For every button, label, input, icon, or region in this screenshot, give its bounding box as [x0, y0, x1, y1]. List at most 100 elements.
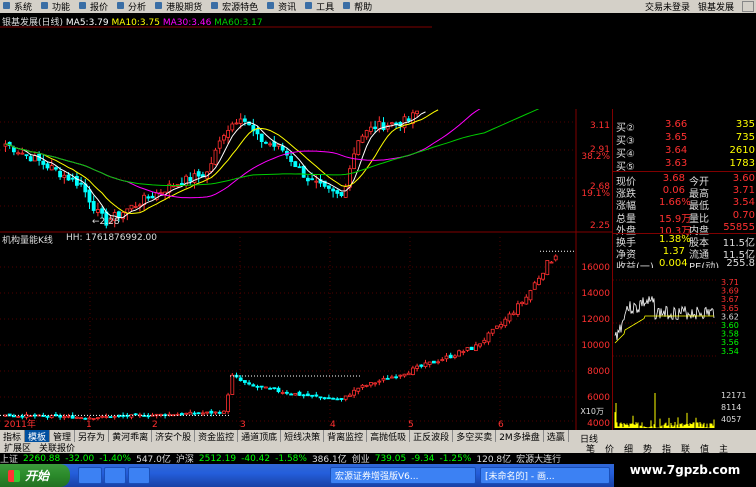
right-header-blank [432, 13, 756, 109]
candle-body [70, 177, 75, 180]
candle-body [280, 145, 285, 151]
indicator-tab-6[interactable]: 资金监控 [195, 429, 239, 443]
menu-item-0[interactable]: 系统 [0, 0, 38, 13]
volume-candle-body [297, 391, 302, 396]
volume-candle-body [318, 396, 323, 399]
x-axis-label: 6 [498, 420, 504, 430]
lower-panel-title: 机构量能K线 [2, 236, 53, 246]
indicator-tab-4[interactable]: 黄河乖离 [109, 429, 153, 443]
volume-candle-body [112, 415, 117, 418]
candle-body [62, 174, 67, 178]
volume-candle-body [133, 413, 138, 416]
indicator-tab-13[interactable]: 2M多操盘 [496, 429, 544, 443]
price-axis-label: 19.1% [581, 189, 610, 199]
volume-candle-body [213, 411, 218, 414]
lower-panel-hh: HH: 1761876992.00 [66, 233, 158, 243]
volume-candle-body [541, 272, 545, 280]
volume-candle-body [347, 394, 352, 397]
candle-body [226, 130, 231, 138]
volume-candle-body [436, 361, 441, 364]
bid-volume: 735 [735, 132, 755, 143]
x-axis-label: 3 [240, 420, 246, 430]
indicator-tab-5[interactable]: 济安个股 [152, 429, 196, 443]
login-status[interactable]: 交易未登录 [645, 0, 690, 13]
volume-candle-body [364, 384, 369, 387]
stat-value: 1.37 [662, 246, 685, 258]
menu-item-6[interactable]: 资讯 [264, 0, 302, 13]
quicklaunch-icon[interactable] [78, 467, 102, 484]
index-field: -1.25% [439, 453, 472, 464]
candle-body [368, 126, 373, 132]
stock-name: 银基发展 [697, 3, 734, 13]
taskbar-item-paint[interactable]: [未命名的] - 画... [480, 467, 610, 484]
volume-candle-body [335, 398, 340, 401]
volume-candle-body [259, 385, 264, 388]
quicklaunch-icon-3[interactable] [128, 467, 150, 484]
bid-row: 买⑤ 3.63 1783 [613, 158, 756, 173]
menu-item-1[interactable]: 功能 [38, 0, 76, 13]
volume-candle-body [427, 361, 432, 365]
candle-body [276, 144, 281, 147]
bid-volume: 1783 [729, 158, 755, 169]
candle-body [415, 110, 420, 115]
top-status-bar: 交易未登录 银基发展 [430, 0, 756, 13]
menu-item-2[interactable]: 报价 [76, 0, 114, 13]
candle-body [259, 133, 264, 143]
volume-candle-body [221, 410, 226, 414]
indicator-tab-8[interactable]: 短线决策 [281, 429, 325, 443]
volume-candle-body [16, 415, 21, 418]
candle-body [171, 185, 176, 188]
volume-candle-body [520, 301, 524, 305]
indicator-tab-12[interactable]: 多空买卖 [453, 429, 497, 443]
index-field: 2512.19 [198, 453, 237, 464]
start-button[interactable]: 开始 [0, 464, 70, 487]
volume-candle-body [490, 328, 495, 334]
volume-candle-body [192, 412, 197, 415]
candle-body [213, 149, 218, 165]
volume-candle-body [457, 350, 462, 357]
intraday-chart[interactable]: 3.713.693.673.653.623.603.583.563.541217… [612, 268, 756, 430]
candle-body [20, 152, 25, 155]
menu-item-5[interactable]: 宏源特色 [208, 0, 264, 13]
bid-volume: 2610 [729, 145, 755, 156]
stat-value-2: 3.60 [732, 173, 755, 184]
volume-candle-body [343, 395, 348, 400]
menu-item-7[interactable]: 工具 [302, 0, 340, 13]
candle-body [188, 177, 193, 182]
volume-candle-body [104, 416, 109, 418]
candle-body [255, 128, 260, 135]
volume-axis-label: 16000 [581, 263, 610, 273]
index-field: 宏源大连行 [516, 455, 562, 464]
volume-candle-body [448, 354, 453, 359]
taskbar-item-stock-app[interactable]: 宏源证券增强版V6... [330, 467, 476, 484]
volume-candle-body [360, 384, 365, 388]
volume-candle-body [389, 376, 394, 379]
volume-candle-body [91, 417, 96, 420]
window-min-icon[interactable] [742, 1, 754, 12]
bid-volume: 335 [735, 119, 755, 130]
quicklaunch-icon-2[interactable] [104, 467, 126, 484]
volume-candle-body [196, 412, 201, 415]
x-axis-label: 1 [86, 420, 92, 430]
indicator-tab-9[interactable]: 背离监控 [324, 429, 368, 443]
quote-divider [613, 171, 756, 172]
menu-item-4[interactable]: 港股期货 [152, 0, 208, 13]
candle-body [209, 163, 214, 172]
volume-candle-body [549, 261, 554, 264]
indicator-tab-10[interactable]: 高抛低吸 [367, 429, 411, 443]
candle-body [54, 167, 58, 170]
candle-body [137, 204, 142, 207]
stat-value: 3.68 [662, 173, 685, 184]
volume-candle-body [62, 416, 67, 419]
indicator-tab-3[interactable]: 另存为 [75, 429, 110, 443]
indicator-tab-11[interactable]: 正反波段 [410, 429, 454, 443]
menu-item-3[interactable]: 分析 [114, 0, 152, 13]
menu-item-8[interactable]: 帮助 [340, 0, 378, 13]
candle-body [100, 208, 104, 214]
volume-candle-body [209, 410, 214, 414]
x-axis-label: 2011年 [4, 418, 36, 430]
indicator-tab-7[interactable]: 通道顶底 [238, 429, 282, 443]
chart-title: 银基发展(日线) [2, 18, 64, 28]
volume-candle-body [415, 365, 420, 369]
indicator-tab-14[interactable]: 选赢 [544, 429, 569, 443]
